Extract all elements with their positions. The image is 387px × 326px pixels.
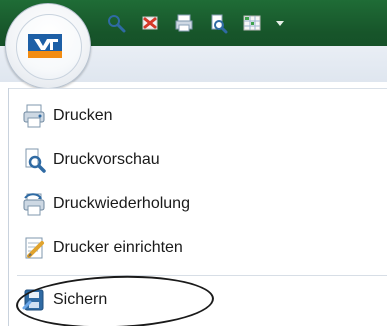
screenshot-root: Drucken Druckvorschau Druckwiederholung … [0, 0, 387, 326]
print-preview-icon-svg [25, 148, 46, 173]
menu-item-label: Drucken [53, 107, 113, 124]
dropdown-icon[interactable] [274, 11, 286, 35]
print-preview-icon[interactable] [206, 11, 230, 35]
menu-item-drucken[interactable]: Drucken [9, 96, 387, 136]
menu-item-label: Druckvorschau [53, 151, 160, 168]
print-preview-icon [17, 143, 51, 177]
cancel-icon[interactable] [138, 11, 162, 35]
menu-item-label: Drucker einrichten [53, 239, 183, 256]
grid-edit-icon[interactable] [240, 11, 264, 35]
grid-edit-icon-svg [243, 15, 261, 31]
vr-bank-logo [28, 34, 62, 58]
cancel-icon-svg [142, 16, 158, 30]
printer-setup-icon-svg [25, 237, 44, 259]
menu-item-label: Druckwiederholung [53, 195, 190, 212]
search-icon-svg [108, 15, 126, 33]
menu-item-druckwiederholung[interactable]: Druckwiederholung [9, 184, 387, 224]
printer-setup-icon [17, 231, 51, 265]
reprint-icon [17, 187, 51, 221]
menu-item-drucker-einrichten[interactable]: Drucker einrichten [9, 228, 387, 268]
quick-access-toolbar [104, 10, 286, 36]
print-preview-icon-svg [211, 14, 228, 34]
application-button[interactable] [5, 3, 91, 89]
reprint-icon-svg [23, 193, 45, 216]
printer-icon-svg [23, 104, 45, 128]
search-icon[interactable] [104, 11, 128, 35]
menu-divider [17, 275, 387, 276]
print-icon-svg [175, 14, 193, 32]
dropdown-icon-svg [276, 21, 284, 26]
print-icon[interactable] [172, 11, 196, 35]
printer-icon [17, 99, 51, 133]
menu-item-druckvorschau[interactable]: Druckvorschau [9, 140, 387, 180]
menu-top-border [9, 88, 387, 89]
